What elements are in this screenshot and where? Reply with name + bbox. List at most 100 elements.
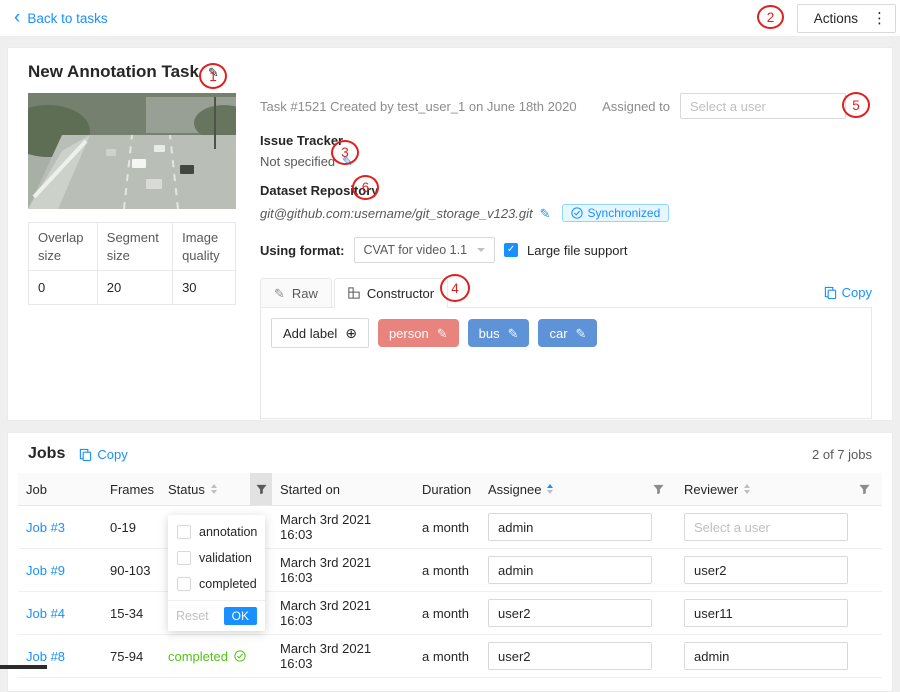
back-to-tasks-label: Back to tasks [27, 11, 107, 26]
sort-assignee-icon[interactable] [547, 484, 553, 494]
task-assignee-input[interactable] [680, 93, 846, 119]
annotation-circle-1: 1 [199, 63, 227, 89]
road-scene-illustration [28, 93, 236, 209]
assignee-input[interactable] [488, 642, 652, 670]
actions-button[interactable]: Actions ⋮ [797, 4, 896, 33]
checkbox-icon[interactable] [177, 551, 191, 565]
task-details-card: New Annotation Task ✎ [7, 47, 893, 421]
filter-reviewer-icon[interactable] [854, 477, 874, 501]
param-value-quality: 30 [173, 271, 236, 305]
sync-badge-label: Synchronized [588, 206, 661, 220]
tab-raw[interactable]: ✎ Raw [260, 278, 332, 308]
assignee-input[interactable] [488, 513, 652, 541]
column-assignee[interactable]: Assignee [480, 473, 676, 506]
edit-label-icon[interactable]: ✎ [437, 327, 448, 340]
table-row: Job #4 15-34 March 3rd 2021 16:03 a mont… [18, 592, 882, 635]
check-circle-icon [234, 650, 246, 662]
copy-labels-button[interactable]: Copy [824, 285, 872, 300]
format-select-value: CVAT for video 1.1 [364, 243, 468, 257]
annotation-circle-6: 6 [352, 175, 379, 200]
tab-constructor[interactable]: Constructor [334, 278, 448, 308]
label-tag-bus[interactable]: bus ✎ [468, 319, 530, 347]
task-preview-image [28, 93, 236, 209]
assigned-to-label: Assigned to [602, 99, 670, 114]
table-row: Job #8 75-94 completed March 3rd 2021 16… [18, 635, 882, 678]
repository-url: git@github.com:username/git_storage_v123… [260, 206, 533, 221]
column-status[interactable]: Status [160, 473, 272, 506]
status-badge: completed [168, 649, 264, 664]
labels-constructor-panel: Add label ⊕ person ✎ bus ✎ car ✎ [260, 307, 872, 419]
label-name: bus [479, 326, 500, 341]
back-arrow-icon: ‹ [14, 8, 20, 27]
actions-label: Actions [814, 11, 858, 26]
reviewer-input[interactable] [684, 556, 848, 584]
jobs-title: Jobs [28, 445, 65, 463]
checkbox-icon[interactable] [177, 577, 191, 591]
annotation-circle-3: 3 [331, 140, 359, 165]
job-link[interactable]: Job #8 [26, 649, 65, 664]
frames-cell: 75-94 [102, 635, 160, 678]
add-label-text: Add label [283, 326, 337, 341]
reviewer-input[interactable] [684, 642, 848, 670]
assigned-to-group: Assigned to [602, 93, 846, 119]
column-job: Job [18, 473, 102, 506]
assignee-input[interactable] [488, 599, 652, 627]
task-summary-column: Overlap size Segment size Image quality … [28, 93, 236, 419]
jobs-header-row: Job Frames Status Started on Duration [18, 473, 882, 506]
sort-status-icon[interactable] [211, 484, 217, 494]
annotation-circle-4: 4 [440, 274, 470, 302]
param-header-quality: Image quality [173, 223, 236, 271]
filter-status-icon[interactable] [250, 473, 272, 505]
large-file-checkbox[interactable] [504, 243, 518, 257]
filter-option-completed[interactable]: completed [168, 571, 265, 597]
duration-cell: a month [414, 592, 480, 635]
back-to-tasks-link[interactable]: ‹ Back to tasks [14, 10, 108, 27]
filter-ok-button[interactable]: OK [224, 607, 257, 625]
reviewer-input[interactable] [684, 513, 848, 541]
edit-label-icon[interactable]: ✎ [508, 327, 519, 340]
jobs-table: Job Frames Status Started on Duration [18, 473, 882, 678]
copy-jobs-label: Copy [97, 447, 127, 462]
param-header-overlap: Overlap size [29, 223, 98, 271]
edit-label-icon[interactable]: ✎ [576, 327, 587, 340]
job-link[interactable]: Job #3 [26, 520, 65, 535]
more-options-icon: ⋮ [872, 11, 887, 26]
jobs-count: 2 of 7 jobs [812, 447, 872, 462]
tab-constructor-label: Constructor [367, 286, 434, 301]
started-cell: March 3rd 2021 16:03 [272, 592, 414, 635]
issue-tracker-value: Not specified [260, 154, 335, 169]
copy-icon [824, 286, 837, 299]
filter-assignee-icon[interactable] [648, 477, 668, 501]
checkbox-icon[interactable] [177, 525, 191, 539]
column-started-on: Started on [272, 473, 414, 506]
started-cell: March 3rd 2021 16:03 [272, 549, 414, 592]
labels-tabs-row: ✎ Raw Constructor Copy [260, 278, 872, 307]
copy-jobs-button[interactable]: Copy [79, 447, 127, 462]
label-name: car [549, 326, 567, 341]
raw-pencil-icon: ✎ [274, 287, 285, 300]
assignee-input[interactable] [488, 556, 652, 584]
column-reviewer[interactable]: Reviewer [676, 473, 882, 506]
chevron-down-icon [477, 248, 485, 252]
duration-cell: a month [414, 635, 480, 678]
tab-raw-label: Raw [292, 286, 318, 301]
label-tag-person[interactable]: person ✎ [378, 319, 459, 347]
job-link[interactable]: Job #9 [26, 563, 65, 578]
task-title-row: New Annotation Task ✎ [28, 62, 872, 82]
filter-option-validation[interactable]: validation [168, 545, 265, 571]
filter-reset-button[interactable]: Reset [176, 609, 209, 623]
add-label-button[interactable]: Add label ⊕ [271, 318, 369, 348]
check-circle-icon [571, 207, 583, 219]
reviewer-input[interactable] [684, 599, 848, 627]
job-link[interactable]: Job #4 [26, 606, 65, 621]
label-tag-car[interactable]: car ✎ [538, 319, 597, 347]
annotation-circle-2: 2 [757, 5, 784, 29]
edit-repository-icon[interactable]: ✎ [540, 207, 551, 220]
format-select[interactable]: CVAT for video 1.1 [354, 237, 496, 263]
filter-option-annotation[interactable]: annotation [168, 519, 265, 545]
sort-reviewer-icon[interactable] [744, 484, 750, 494]
status-filter-dropdown: annotation validation completed Reset OK [168, 515, 265, 631]
frames-cell: 15-34 [102, 592, 160, 635]
copy-labels-label: Copy [842, 285, 872, 300]
task-meta-text: Task #1521 Created by test_user_1 on Jun… [260, 99, 577, 114]
